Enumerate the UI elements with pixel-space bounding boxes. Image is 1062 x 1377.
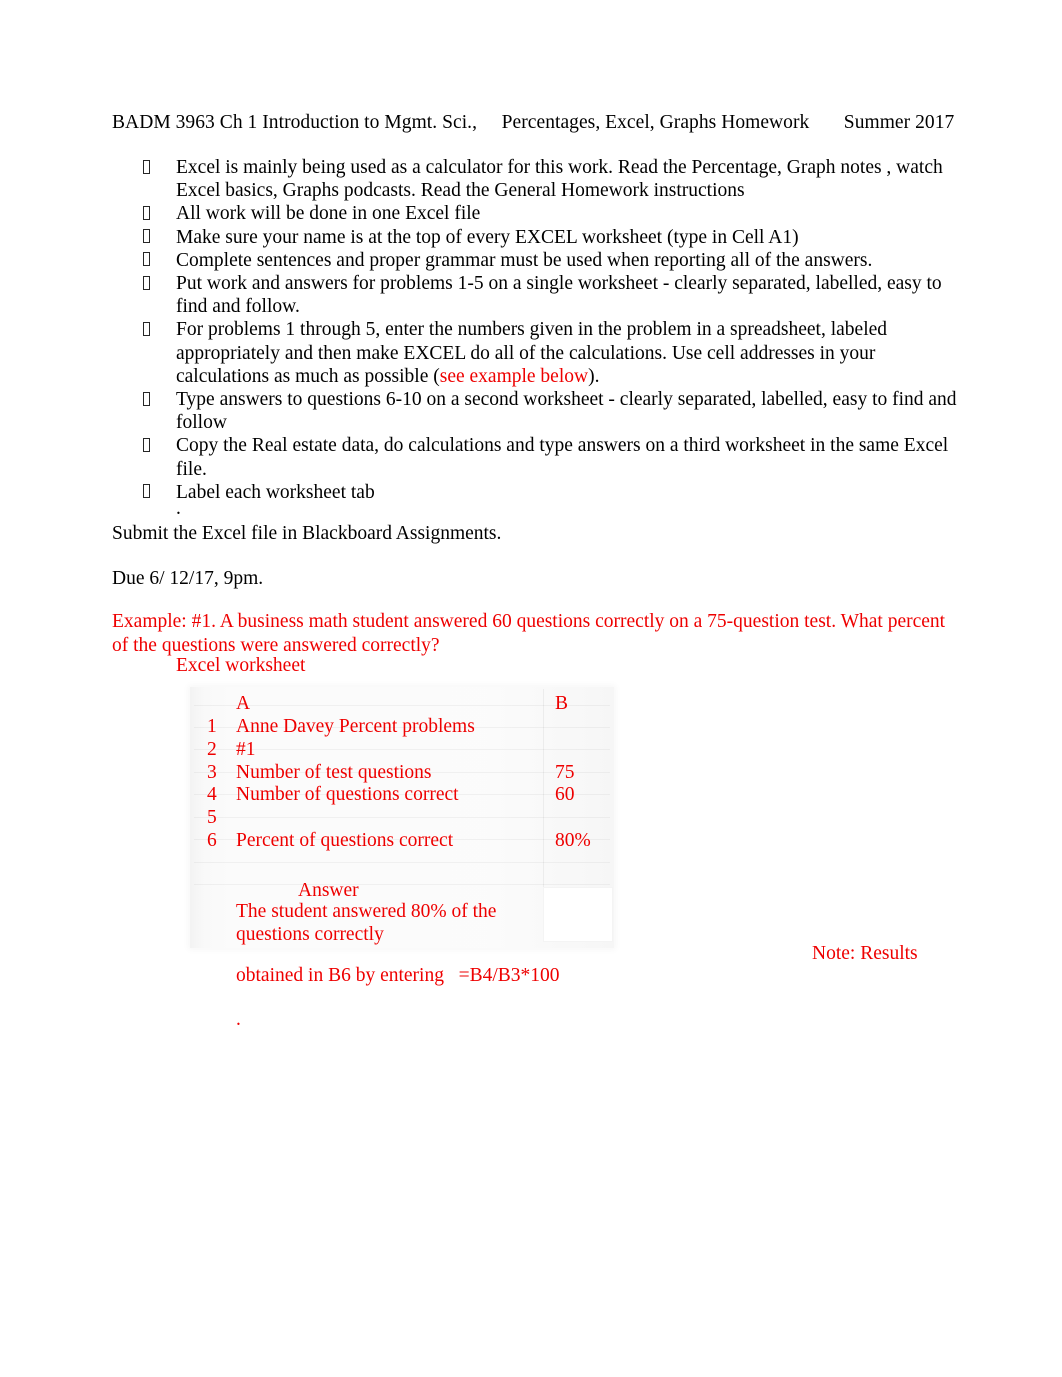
bullet-box-icon <box>143 437 150 452</box>
list-item-label: Make sure your name is at the top of eve… <box>176 226 799 248</box>
list-item-label: Complete sentences and proper grammar mu… <box>176 249 873 271</box>
trailing-period: . <box>236 1009 241 1030</box>
worksheet-row-number: 1 <box>207 716 217 737</box>
bullet-box-icon <box>143 484 150 499</box>
list-item: Type answers to questions 6-10 on a seco… <box>112 388 962 434</box>
worksheet-cell-a4[interactable]: Number of questions correct <box>236 784 459 807</box>
list-item-label: Excel is mainly being used as a calculat… <box>176 157 943 202</box>
example-line-1: Example: #1. A business math student ans… <box>112 611 946 632</box>
worksheet-row-number: 5 <box>207 807 217 828</box>
worksheet-cell-a3[interactable]: Number of test questions <box>236 762 432 785</box>
submit-instruction-line: Submit the Excel file in Blackboard Assi… <box>112 523 502 544</box>
list-item-label: Type answers to questions 6-10 on a seco… <box>176 389 957 434</box>
worksheet-grid: A B 1 Anne Davey Percent problems 2 #1 3… <box>190 687 614 948</box>
worksheet-cell-a6[interactable]: Percent of questions correct <box>236 830 453 853</box>
example-problem-block: Example: #1. A business math student ans… <box>112 610 948 657</box>
worksheet-column-header-b: B <box>555 693 569 714</box>
worksheet-cell-b6[interactable]: 80% <box>555 830 591 853</box>
worksheet-cell-a1[interactable]: Anne Davey Percent problems <box>236 716 475 739</box>
bullet-box-icon <box>143 321 150 336</box>
list-item-label: Label each worksheet tab <box>176 481 375 503</box>
list-item-text-after-link: ). <box>588 365 600 387</box>
see-example-below-link[interactable]: see example below <box>440 366 588 387</box>
embedded-excel-worksheet[interactable]: A B 1 Anne Davey Percent problems 2 #1 3… <box>190 687 614 948</box>
document-page: BADM 3963 Ch 1 Introduction to Mgmt. Sci… <box>0 0 1062 1377</box>
bullet-box-icon <box>143 229 150 244</box>
instructions-bullet-list: Excel is mainly being used as a calculat… <box>112 156 962 504</box>
list-item-label: For problems 1 through 5, enter the numb… <box>176 318 962 388</box>
worksheet-row-number: 4 <box>207 784 217 805</box>
document-header-line: BADM 3963 Ch 1 Introduction to Mgmt. Sci… <box>112 112 955 133</box>
list-item-with-example-link: For problems 1 through 5, enter the numb… <box>112 318 962 388</box>
list-item: Label each worksheet tab <box>112 481 962 504</box>
worksheet-cell-b3[interactable]: 75 <box>555 762 575 785</box>
list-item: All work will be done in one Excel file <box>112 202 962 225</box>
bullet-box-icon <box>143 205 150 220</box>
note-results-fragment: Note: Results <box>812 943 918 964</box>
bullet-box-icon <box>143 159 150 174</box>
list-item: Put work and answers for problems 1-5 on… <box>112 272 962 318</box>
excel-worksheet-caption: Excel worksheet <box>176 655 306 676</box>
list-item: Complete sentences and proper grammar mu… <box>112 249 962 272</box>
worksheet-cell-a2[interactable]: #1 <box>236 739 256 762</box>
list-item: Make sure your name is at the top of eve… <box>112 226 962 249</box>
due-date-line: Due 6/ 12/17, 9pm. <box>112 568 264 589</box>
worksheet-answer-label: Answer <box>298 880 359 901</box>
list-item: Copy the Real estate data, do calculatio… <box>112 434 962 480</box>
worksheet-row-number: 3 <box>207 762 217 783</box>
list-item-label: Put work and answers for problems 1-5 on… <box>176 273 942 318</box>
list-item: Excel is mainly being used as a calculat… <box>112 156 962 202</box>
worksheet-cell-b4[interactable]: 60 <box>555 784 575 807</box>
worksheet-answer-text[interactable]: The student answered 80% of the question… <box>236 901 516 946</box>
bullet-box-icon <box>143 275 150 290</box>
bullet-box-icon <box>143 391 150 406</box>
list-item-label: Copy the Real estate data, do calculatio… <box>176 435 949 480</box>
worksheet-row-number: 6 <box>207 830 217 851</box>
note-formula-line: obtained in B6 by entering =B4/B3*100 <box>236 965 560 986</box>
worksheet-row-number: 2 <box>207 739 217 760</box>
worksheet-column-header-a: A <box>236 693 251 714</box>
bullet-box-icon <box>143 252 150 267</box>
stray-period-after-list: . <box>176 498 181 519</box>
example-line-2: of the questions were answered correctly… <box>112 634 440 656</box>
list-item-label: All work will be done in one Excel file <box>176 203 481 225</box>
